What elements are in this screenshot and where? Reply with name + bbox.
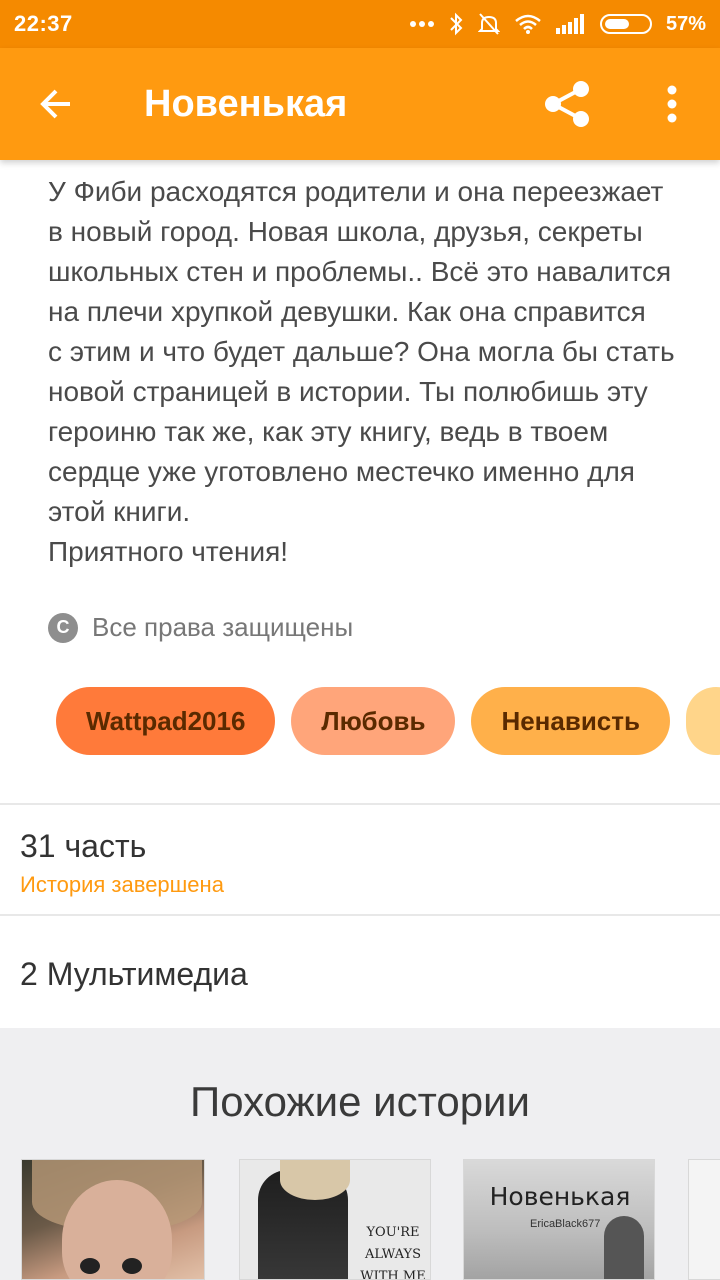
divider bbox=[0, 914, 720, 916]
status-time: 22:37 bbox=[14, 11, 73, 36]
more-options-button[interactable] bbox=[642, 70, 702, 138]
battery-icon bbox=[599, 14, 652, 34]
more-dots-icon bbox=[409, 20, 434, 28]
app-bar: Новенькая bbox=[0, 48, 720, 160]
arrow-left-icon bbox=[40, 89, 70, 119]
copyright-icon: C bbox=[48, 612, 78, 643]
story-status: История завершена bbox=[20, 872, 224, 897]
similar-story-cover[interactable]: YOU'RE ALWAYS WITH ME bbox=[239, 1159, 431, 1280]
battery-level bbox=[604, 19, 629, 29]
cover-art bbox=[122, 1258, 142, 1274]
cover-art bbox=[80, 1258, 100, 1274]
share-icon bbox=[545, 81, 589, 127]
wifi-icon bbox=[514, 13, 542, 35]
status-icons: 57% bbox=[409, 12, 706, 36]
similar-story-cover[interactable] bbox=[21, 1159, 205, 1280]
signal-icon bbox=[555, 14, 586, 34]
tag-love[interactable]: Любовь bbox=[291, 687, 456, 755]
similar-story-cover[interactable] bbox=[688, 1159, 720, 1280]
cover-art bbox=[604, 1216, 644, 1279]
cover-title: Новенькая bbox=[489, 1182, 631, 1211]
cover-author: EricaBlack677 bbox=[530, 1218, 601, 1230]
cover-art bbox=[280, 1160, 350, 1200]
back-button[interactable] bbox=[0, 48, 112, 160]
similar-story-cover[interactable]: Новенькая EricaBlack677 bbox=[463, 1159, 655, 1280]
bluetooth-icon bbox=[448, 12, 464, 36]
copyright-notice: C Все права защищены bbox=[48, 612, 353, 643]
similar-stories-title: Похожие истории bbox=[190, 1078, 530, 1125]
mute-icon bbox=[477, 12, 500, 36]
tag-list: Wattpad2016 Любовь Ненависть bbox=[56, 687, 720, 755]
story-description: У Фиби расходятся родители и она переезж… bbox=[48, 176, 675, 567]
page-title: Новенькая bbox=[144, 82, 348, 125]
share-button[interactable] bbox=[530, 70, 606, 138]
divider bbox=[0, 803, 720, 805]
cover-title: YOU'RE ALWAYS WITH ME bbox=[360, 1225, 426, 1280]
tag-more[interactable] bbox=[685, 687, 720, 755]
multimedia-count[interactable]: 2 Мультимедиа bbox=[20, 956, 248, 993]
similar-stories-section: Похожие истории YOU'RE ALWAYS WITH ME Но… bbox=[0, 1028, 720, 1280]
more-vert-icon bbox=[667, 85, 677, 123]
status-bar: 22:37 57% bbox=[0, 0, 720, 48]
parts-count: 31 часть bbox=[20, 828, 147, 864]
battery-percent: 57% bbox=[665, 12, 706, 35]
copyright-text: Все права защищены bbox=[92, 612, 354, 642]
tag-hate[interactable]: Ненависть bbox=[471, 687, 670, 755]
tag-wattpad2016[interactable]: Wattpad2016 bbox=[56, 687, 276, 755]
